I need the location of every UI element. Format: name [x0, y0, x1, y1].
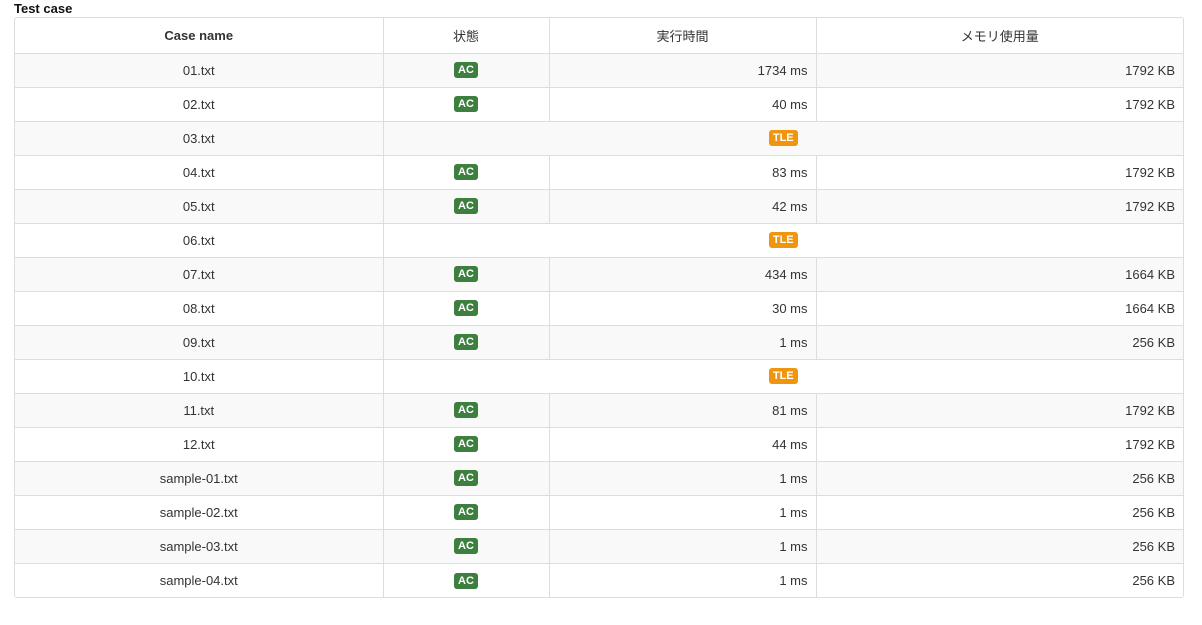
status-cell: AC: [383, 426, 550, 461]
status-badge: AC: [454, 538, 478, 555]
status-cell: AC: [383, 460, 550, 495]
case-name-cell: 06.txt: [15, 222, 384, 257]
table-row: sample-02.txt AC 1 ms 256 KB: [15, 494, 1183, 529]
exec-time-cell: 40 ms: [549, 86, 817, 121]
table-row: sample-01.txt AC 1 ms 256 KB: [15, 460, 1183, 495]
status-badge: TLE: [768, 232, 798, 249]
memory-cell: 1792 KB: [816, 392, 1183, 427]
table-row: 05.txt AC 42 ms 1792 KB: [15, 188, 1183, 223]
memory-cell: 256 KB: [816, 460, 1183, 495]
status-badge: AC: [454, 198, 478, 215]
table-row: 02.txt AC 40 ms 1792 KB: [15, 86, 1183, 121]
memory-cell: 1792 KB: [816, 52, 1183, 87]
case-name-cell: sample-04.txt: [15, 562, 384, 597]
status-badge: TLE: [768, 130, 798, 147]
case-name-cell: 04.txt: [15, 154, 384, 189]
status-badge: AC: [454, 62, 478, 79]
table-row: 03.txt TLE: [15, 120, 1183, 155]
table-row: sample-03.txt AC 1 ms 256 KB: [15, 528, 1183, 563]
status-cell: AC: [383, 290, 550, 325]
header-status: 状態: [383, 18, 550, 53]
status-badge: AC: [454, 96, 478, 113]
memory-cell: 256 KB: [816, 528, 1183, 563]
table-row: 08.txt AC 30 ms 1664 KB: [15, 290, 1183, 325]
status-badge: AC: [454, 164, 478, 181]
status-cell: TLE: [383, 222, 1183, 257]
status-cell: TLE: [383, 120, 1183, 155]
section-title: Test case: [14, 1, 73, 16]
table-row: 06.txt TLE: [15, 222, 1183, 257]
status-badge: AC: [454, 436, 478, 453]
exec-time-cell: 30 ms: [549, 290, 817, 325]
status-cell: TLE: [383, 358, 1183, 393]
status-cell: AC: [383, 494, 550, 529]
exec-time-cell: 1 ms: [549, 494, 817, 529]
case-name-cell: sample-02.txt: [15, 494, 384, 529]
status-cell: AC: [383, 562, 550, 597]
case-name-cell: 01.txt: [15, 52, 384, 87]
memory-cell: 256 KB: [816, 494, 1183, 529]
test-case-table: Case name 状態 実行時間 メモリ使用量 01.txt AC 1734 ms…: [14, 17, 1184, 598]
status-badge: AC: [454, 572, 478, 589]
status-cell: AC: [383, 392, 550, 427]
exec-time-cell: 1 ms: [549, 528, 817, 563]
table-body: 01.txt AC 1734 ms 1792 KB 02.txt AC 40 ms 1792 …: [15, 52, 1183, 597]
status-cell: AC: [383, 256, 550, 291]
status-badge: AC: [454, 402, 478, 419]
case-name-cell: 02.txt: [15, 86, 384, 121]
table-row: 12.txt AC 44 ms 1792 KB: [15, 426, 1183, 461]
status-badge: AC: [454, 470, 478, 487]
status-badge: TLE: [768, 368, 798, 385]
memory-cell: 1792 KB: [816, 426, 1183, 461]
header-memory: メモリ使用量: [960, 28, 1039, 44]
exec-time-cell: 1 ms: [549, 460, 817, 495]
table-row: 01.txt AC 1734 ms 1792 KB: [15, 52, 1183, 87]
memory-cell: 1792 KB: [816, 86, 1183, 121]
table-row: 09.txt AC 1 ms 256 KB: [15, 324, 1183, 359]
memory-cell: 256 KB: [816, 562, 1183, 597]
status-badge: AC: [454, 300, 478, 317]
memory-cell: 1664 KB: [816, 290, 1183, 325]
case-name-cell: 10.txt: [15, 358, 384, 393]
exec-time-cell: 1 ms: [549, 324, 817, 359]
memory-cell: 1792 KB: [816, 188, 1183, 223]
exec-time-cell: 1 ms: [549, 562, 817, 597]
case-name-cell: 09.txt: [15, 324, 384, 359]
exec-time-cell: 83 ms: [549, 154, 817, 189]
case-name-cell: sample-01.txt: [15, 460, 384, 495]
table-header-row: Case name 状態 実行時間 メモリ使用量: [15, 18, 1183, 53]
status-cell: AC: [383, 188, 550, 223]
table-row: 10.txt TLE: [15, 358, 1183, 393]
memory-cell: 1792 KB: [816, 154, 1183, 189]
exec-time-cell: 42 ms: [549, 188, 817, 223]
header-case-name: Case name: [15, 18, 384, 53]
status-badge: AC: [454, 504, 478, 521]
case-name-cell: 08.txt: [15, 290, 384, 325]
status-cell: AC: [383, 86, 550, 121]
status-cell: AC: [383, 528, 550, 563]
status-cell: AC: [383, 154, 550, 189]
header-exec-time: 実行時間: [549, 18, 817, 53]
case-name-cell: 03.txt: [15, 120, 384, 155]
exec-time-cell: 434 ms: [549, 256, 817, 291]
memory-cell: 256 KB: [816, 324, 1183, 359]
case-name-cell: sample-03.txt: [15, 528, 384, 563]
table-row: 04.txt AC 83 ms 1792 KB: [15, 154, 1183, 189]
table-row: sample-04.txt AC 1 ms 256 KB: [15, 562, 1183, 597]
memory-cell: 1664 KB: [816, 256, 1183, 291]
status-cell: AC: [383, 52, 550, 87]
case-name-cell: 12.txt: [15, 426, 384, 461]
exec-time-cell: 44 ms: [549, 426, 817, 461]
exec-time-cell: 81 ms: [549, 392, 817, 427]
case-name-cell: 07.txt: [15, 256, 384, 291]
status-cell: AC: [383, 324, 550, 359]
table-row: 11.txt AC 81 ms 1792 KB: [15, 392, 1183, 427]
status-badge: AC: [454, 334, 478, 351]
status-badge: AC: [454, 266, 478, 283]
exec-time-cell: 1734 ms: [549, 52, 817, 87]
case-name-cell: 11.txt: [15, 392, 384, 427]
table-row: 07.txt AC 434 ms 1664 KB: [15, 256, 1183, 291]
case-name-cell: 05.txt: [15, 188, 384, 223]
